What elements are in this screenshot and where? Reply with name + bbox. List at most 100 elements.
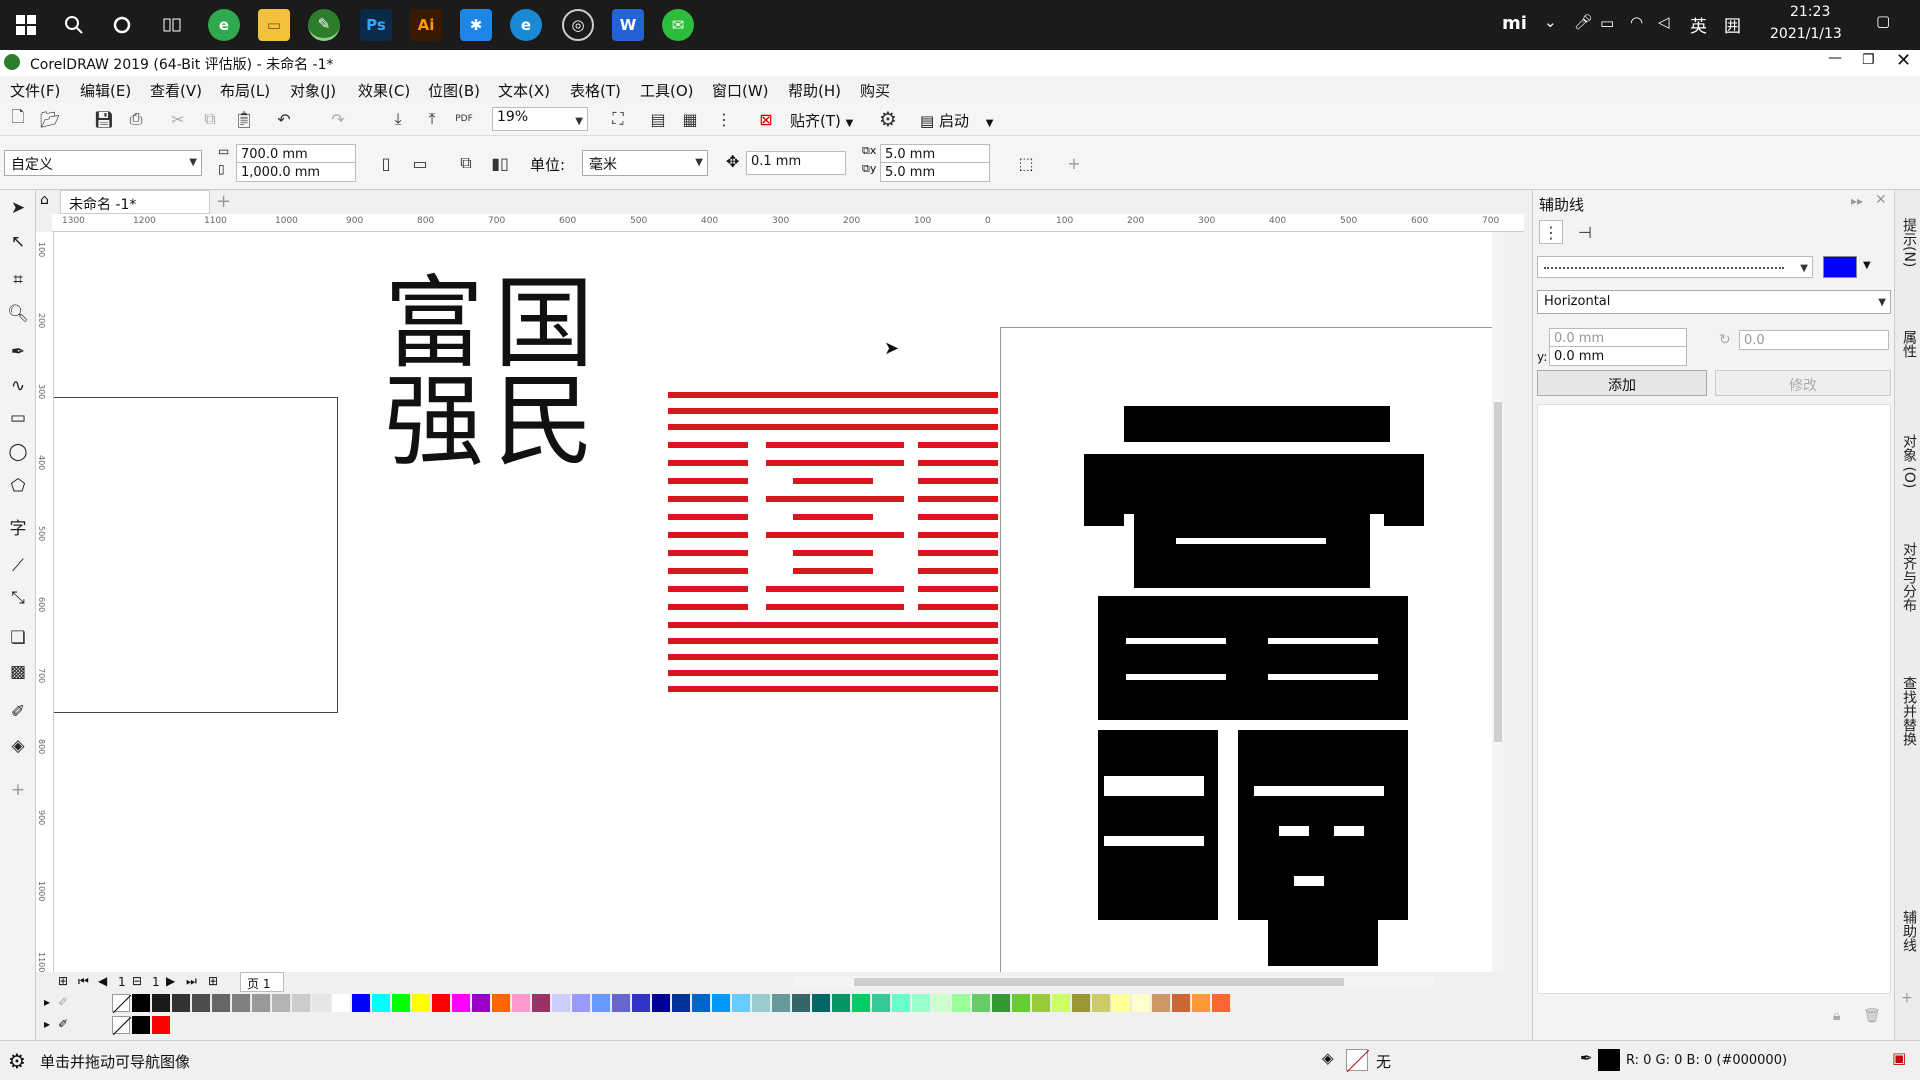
eyedropper-icon[interactable]: ✐ <box>6 700 30 724</box>
rectangle-tool-icon[interactable]: ▭ <box>6 406 30 430</box>
shape-tool-icon[interactable]: ↖ <box>6 230 30 254</box>
menu-layout[interactable]: 布局(L) <box>220 80 270 101</box>
color-chevron-down-icon[interactable]: ▼ <box>1863 260 1871 271</box>
chevron-up-icon[interactable]: ⌄ <box>1544 13 1557 31</box>
palette-swatch[interactable] <box>1052 994 1071 1012</box>
close-icon[interactable]: ✕ <box>1896 50 1911 71</box>
palette-swatch[interactable] <box>652 994 671 1012</box>
menu-effects[interactable]: 效果(C) <box>358 80 410 101</box>
paste-icon[interactable]: 📋︎ <box>232 107 256 131</box>
vertical-ruler[interactable]: 100 200 300 400 500 600 700 800 900 1000 1100 <box>36 232 54 972</box>
swatch-red[interactable] <box>152 1016 170 1034</box>
palette-swatch[interactable] <box>372 994 391 1012</box>
palette-swatch[interactable] <box>432 994 451 1012</box>
task-view-icon[interactable] <box>156 9 188 41</box>
docker-expand-icon[interactable]: ▸▸ <box>1851 194 1863 208</box>
delete-icon[interactable]: 🗑︎ <box>1863 1008 1881 1024</box>
illustrator-icon[interactable]: Ai <box>410 9 442 41</box>
all-pages-icon[interactable]: ⧉ <box>454 151 478 175</box>
palette-swatch[interactable] <box>1032 994 1051 1012</box>
ellipse-tool-icon[interactable]: ◯ <box>6 440 30 464</box>
new-tab-icon[interactable]: + <box>216 191 231 212</box>
parallel-dimension-icon[interactable]: ⟋ <box>6 554 30 578</box>
palette-swatch[interactable] <box>932 994 951 1012</box>
duplicate-x-field[interactable]: 5.0 mm <box>880 144 990 164</box>
file-explorer-icon[interactable]: ▭ <box>258 9 290 41</box>
text-guo-object[interactable]: 国 <box>494 274 594 374</box>
text-tool-icon[interactable]: 字 <box>6 514 30 539</box>
export-icon[interactable]: ⤒ <box>420 107 444 131</box>
snap-off-icon[interactable]: ⊠ <box>754 107 778 131</box>
ime-grid[interactable]: 囲 <box>1724 12 1741 37</box>
palette-swatch[interactable] <box>492 994 511 1012</box>
coreldraw-icon[interactable]: ✎ <box>308 9 340 41</box>
palette-swatch[interactable] <box>952 994 971 1012</box>
menu-view[interactable]: 查看(V) <box>150 80 202 101</box>
palette-swatch[interactable] <box>1092 994 1111 1012</box>
restore-icon[interactable]: ❐ <box>1862 52 1875 68</box>
treat-as-filled-icon[interactable]: ⬚ <box>1014 151 1038 175</box>
page-width-field[interactable]: 700.0 mm <box>236 144 356 164</box>
menu-help[interactable]: 帮助(H) <box>788 80 841 101</box>
palette-swatch[interactable] <box>252 994 271 1012</box>
status-gear-icon[interactable]: ⚙ <box>8 1049 26 1073</box>
menu-file[interactable]: 文件(F) <box>10 80 60 101</box>
palette-swatch[interactable] <box>1132 994 1151 1012</box>
palette-swatch[interactable] <box>552 994 571 1012</box>
side-tab-objects[interactable]: 对象 (O) <box>1899 434 1919 488</box>
menu-tools[interactable]: 工具(O) <box>640 80 694 101</box>
palette-swatch[interactable] <box>1112 994 1131 1012</box>
new-document-icon[interactable]: 🗋︎ <box>6 107 30 131</box>
menu-text[interactable]: 文本(X) <box>498 80 550 101</box>
zoom-to-page-icon[interactable]: ⛶ <box>606 107 630 131</box>
zoom-level-field[interactable]: 19% ▼ <box>492 107 588 131</box>
docker-close-icon[interactable]: ✕ <box>1875 192 1887 208</box>
block-glyph-fu-qiang-object[interactable] <box>1084 406 1434 966</box>
add-page-icon[interactable]: ⊞ <box>58 974 68 988</box>
palette-swatch[interactable] <box>192 994 211 1012</box>
menu-object[interactable]: 对象(J) <box>290 80 336 101</box>
no-color-swatch[interactable] <box>112 1016 132 1036</box>
guide-presets-icon[interactable]: ⋮ <box>1539 220 1563 244</box>
full-screen-icon[interactable]: ▤ <box>646 107 670 131</box>
drop-shadow-icon[interactable]: ❏ <box>6 626 30 650</box>
palette-swatch[interactable] <box>692 994 711 1012</box>
palette-swatch[interactable] <box>1192 994 1211 1012</box>
modify-guide-button[interactable]: 修改 <box>1715 370 1891 396</box>
prev-page-icon[interactable]: ◀ <box>98 974 107 988</box>
copy-icon[interactable]: ⧉ <box>198 107 222 131</box>
landscape-icon[interactable]: ▭ <box>408 151 432 175</box>
side-tabs-add-icon[interactable]: + <box>1901 990 1913 1006</box>
palette-swatch[interactable] <box>1172 994 1191 1012</box>
add-guide-button[interactable]: 添加 <box>1537 370 1707 396</box>
palette-swatch[interactable] <box>992 994 1011 1012</box>
text-min-object[interactable]: 民 <box>494 372 594 472</box>
connector-tool-icon[interactable]: ⤡ <box>6 586 30 610</box>
lock-icon[interactable]: 🔒︎ <box>1833 1008 1840 1024</box>
launch-dropdown[interactable]: ▤ 启动 ▼ <box>920 110 993 131</box>
palette-swatch[interactable] <box>452 994 471 1012</box>
browser-green-icon[interactable]: e <box>208 9 240 41</box>
page-height-field[interactable]: 1,000.0 mm <box>236 162 356 182</box>
palette-swatch[interactable] <box>172 994 191 1012</box>
palette-swatch[interactable] <box>892 994 911 1012</box>
palette-swatch[interactable] <box>232 994 251 1012</box>
palette-swatch[interactable] <box>292 994 311 1012</box>
palette-swatch[interactable] <box>812 994 831 1012</box>
eyedropper-palette-icon[interactable]: ✐ <box>58 1017 68 1031</box>
snap-to-dropdown[interactable]: 贴齐(T) ▼ <box>790 110 853 131</box>
crop-tool-icon[interactable]: ⌗ <box>6 268 30 292</box>
page-frame-left[interactable] <box>54 397 338 713</box>
photoshop-icon[interactable]: Ps <box>360 9 392 41</box>
palette-swatch[interactable] <box>632 994 651 1012</box>
palette-swatch[interactable] <box>712 994 731 1012</box>
volume-icon[interactable]: ◁ <box>1658 13 1670 31</box>
current-page-icon[interactable]: ▮▯ <box>488 151 512 175</box>
nudge-distance-field[interactable]: 0.1 mm <box>746 151 846 175</box>
edge-icon[interactable]: e <box>510 9 542 41</box>
palette-swatch[interactable] <box>312 994 331 1012</box>
chevron-down-icon[interactable]: ▼ <box>575 114 583 129</box>
document-tab[interactable]: 未命名 -1* <box>60 190 210 214</box>
palette-swatch[interactable] <box>392 994 411 1012</box>
palette-swatch[interactable] <box>852 994 871 1012</box>
